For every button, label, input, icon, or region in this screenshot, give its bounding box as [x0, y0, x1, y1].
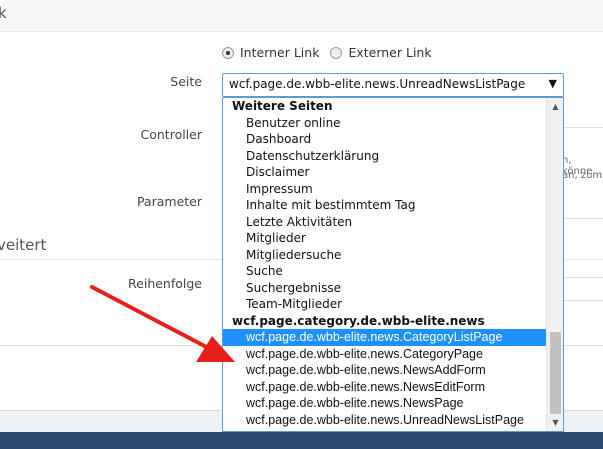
- option-mitglieder[interactable]: Mitglieder: [223, 230, 547, 247]
- controller-label: Controller: [140, 127, 203, 142]
- external-link-label[interactable]: Externer Link: [348, 45, 431, 60]
- option-inhalte-mit-tag[interactable]: Inhalte mit bestimmtem Tag: [223, 197, 547, 214]
- option-letzte-aktivitaeten[interactable]: Letzte Aktivitäten: [223, 214, 547, 231]
- page-footer: [0, 432, 603, 449]
- option-impressum[interactable]: Impressum: [223, 181, 547, 198]
- option-category-page[interactable]: wcf.page.de.wbb-elite.news.CategoryPage: [223, 346, 547, 363]
- chevron-down-icon: ▼: [548, 77, 557, 90]
- option-news-page[interactable]: wcf.page.de.wbb-elite.news.NewsPage: [223, 395, 547, 412]
- option-suche[interactable]: Suche: [223, 263, 547, 280]
- option-mitgliedersuche[interactable]: Mitgliedersuche: [223, 247, 547, 264]
- option-disclaimer[interactable]: Disclaimer: [223, 164, 547, 181]
- external-link-radio[interactable]: [330, 46, 343, 59]
- seite-select[interactable]: wcf.page.de.wbb-elite.news.UnreadNewsLis…: [222, 73, 564, 97]
- scroll-up-icon[interactable]: ▲: [547, 98, 563, 115]
- annotation-arrow-shaft: [90, 285, 218, 354]
- option-team-mitglieder[interactable]: Team-Mitglieder: [223, 296, 547, 313]
- option-dashboard[interactable]: Dashboard: [223, 131, 547, 148]
- section-title-advanced: veitert: [0, 236, 47, 254]
- seite-select-value: wcf.page.de.wbb-elite.news.UnreadNewsLis…: [229, 77, 526, 91]
- option-datenschutzerklaerung[interactable]: Datenschutzerklärung: [223, 148, 547, 165]
- parameter-help-text-2: an, zum: [562, 170, 603, 181]
- option-category-list-page[interactable]: wcf.page.de.wbb-elite.news.CategoryListP…: [223, 329, 547, 346]
- reihenfolge-input[interactable]: [560, 277, 603, 301]
- parameter-label: Parameter: [136, 194, 202, 209]
- link-type-radio-group: Interner Link Externer Link: [222, 45, 432, 60]
- option-benutzer-online[interactable]: Benutzer online: [223, 115, 547, 132]
- seite-dropdown-list[interactable]: Weitere Seiten Benutzer online Dashboard…: [222, 97, 564, 432]
- option-news-add-form[interactable]: wcf.page.de.wbb-elite.news.NewsAddForm: [223, 362, 547, 379]
- optgroup-news-category: wcf.page.category.de.wbb-elite.news: [232, 313, 485, 328]
- reihenfolge-label: Reihenfolge: [128, 276, 202, 291]
- dropdown-options: Weitere Seiten Benutzer online Dashboard…: [223, 98, 547, 428]
- option-unread-news-list-page[interactable]: wcf.page.de.wbb-elite.news.UnreadNewsLis…: [223, 412, 547, 429]
- internal-link-radio[interactable]: [222, 46, 234, 59]
- scroll-down-icon[interactable]: ▼: [547, 414, 563, 431]
- internal-link-label[interactable]: Interner Link: [240, 45, 319, 60]
- section-title-general: k: [0, 4, 7, 22]
- scrollbar-thumb[interactable]: [550, 332, 561, 414]
- option-news-edit-form[interactable]: wcf.page.de.wbb-elite.news.NewsEditForm: [223, 379, 547, 396]
- section-header-band: k: [0, 0, 603, 32]
- seite-label: Seite: [170, 74, 202, 89]
- option-suchergebnisse[interactable]: Suchergebnisse: [223, 280, 547, 297]
- dropdown-scrollbar[interactable]: ▲ ▼: [546, 98, 563, 431]
- optgroup-weitere-seiten: Weitere Seiten: [232, 99, 333, 113]
